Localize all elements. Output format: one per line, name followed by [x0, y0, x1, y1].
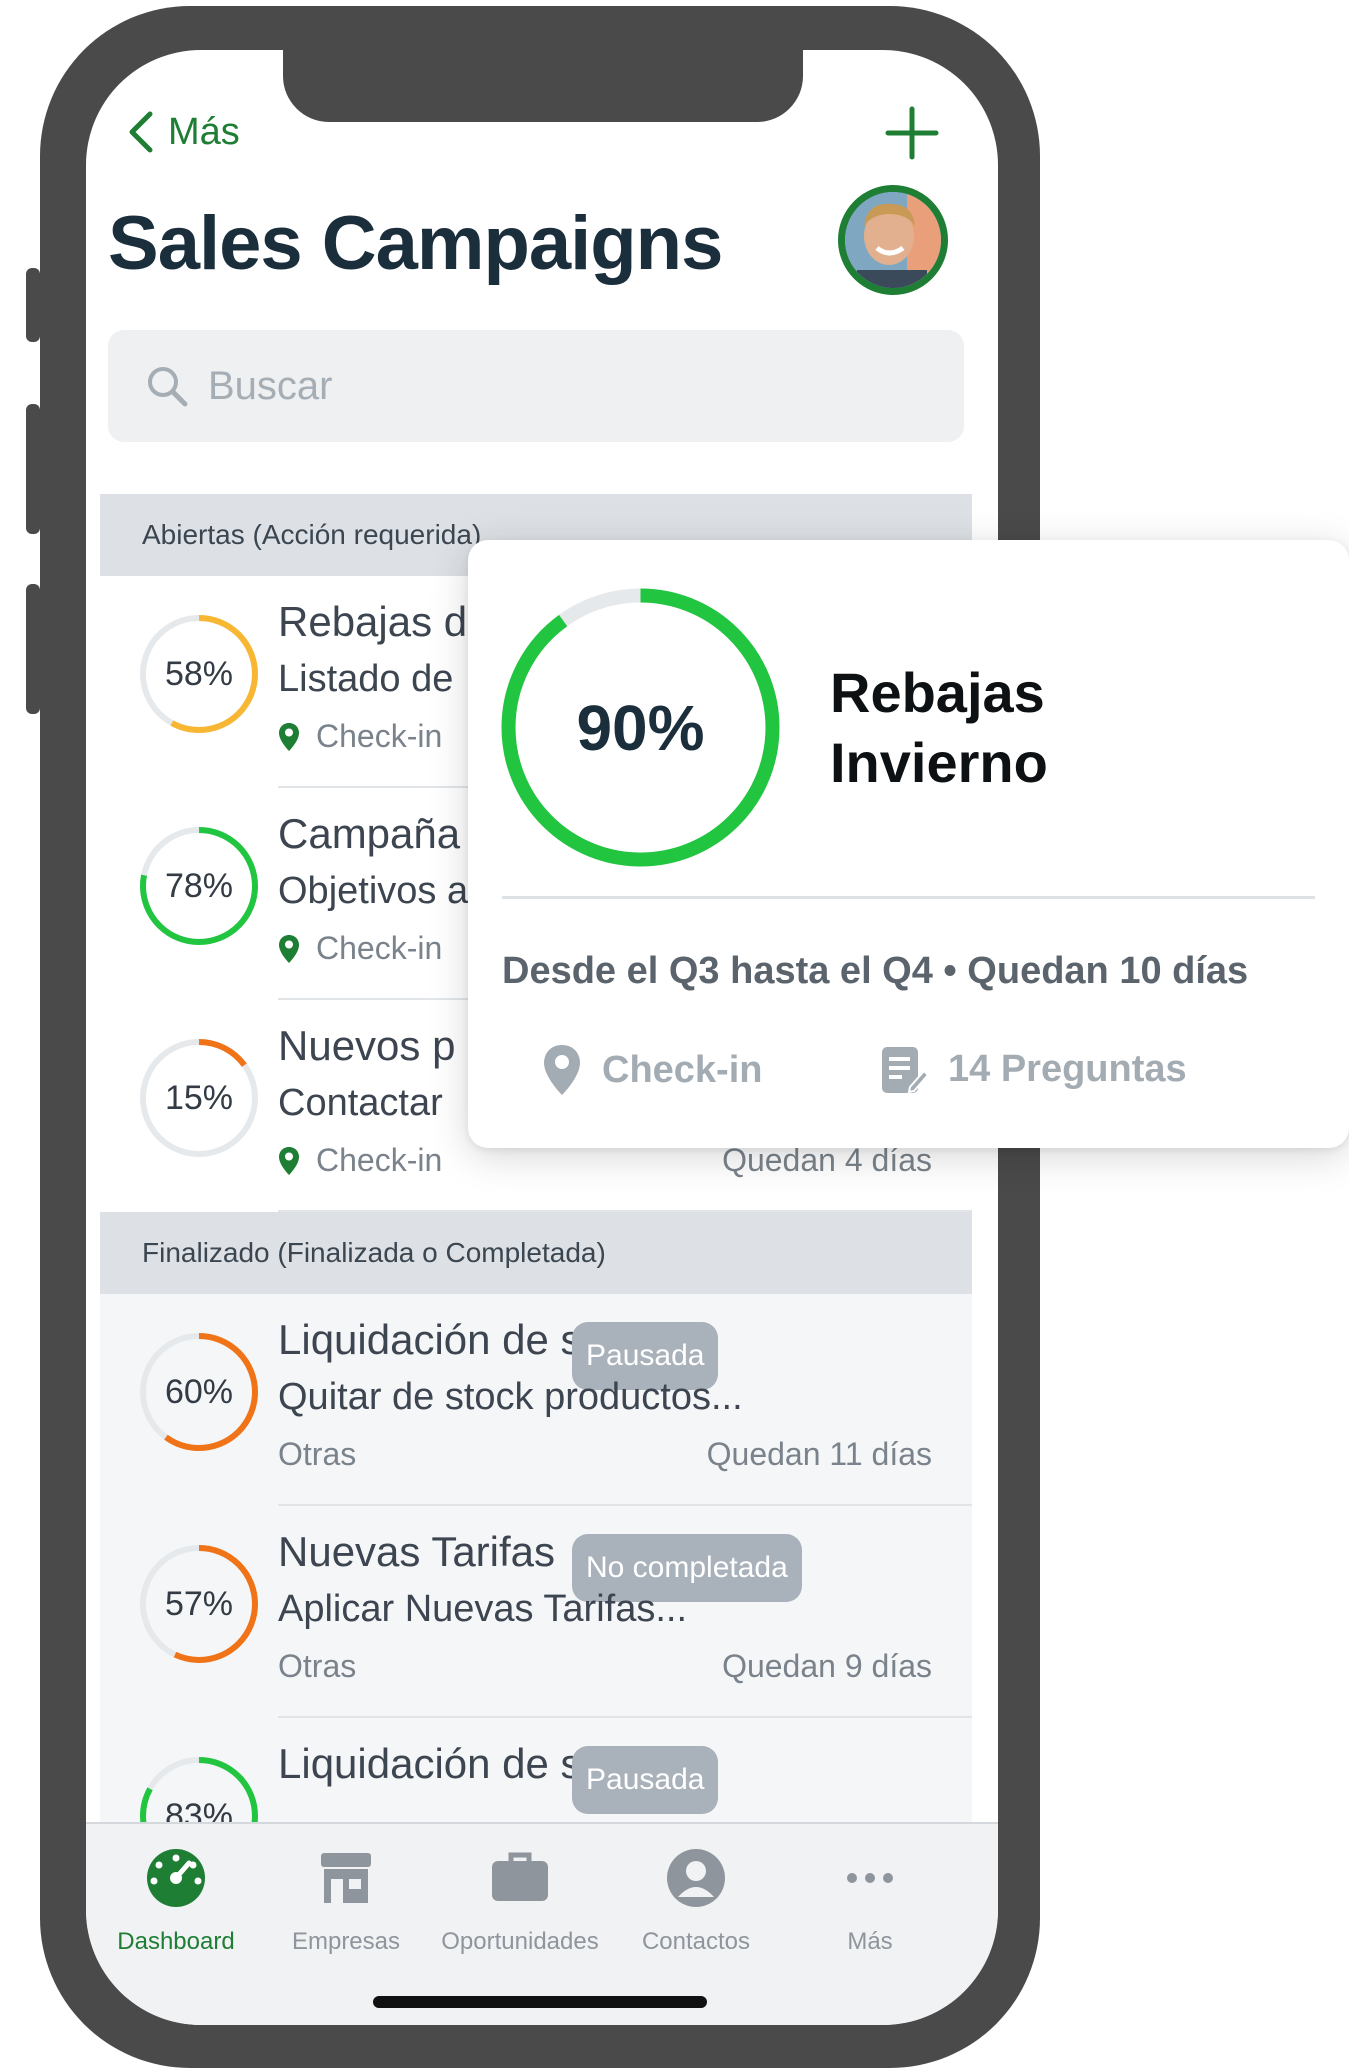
avatar-photo: [845, 192, 941, 288]
tab-bar: Dashboard Empresas Oportunidades Contact…: [86, 1822, 998, 2025]
campaign-type: Check-in: [278, 930, 442, 967]
location-pin-icon: [279, 722, 299, 751]
tab-contactos[interactable]: Contactos: [606, 1836, 786, 1956]
campaign-title-line2: Invierno: [830, 731, 1048, 794]
campaign-name: Nuevos p: [278, 1022, 456, 1069]
tab-label: Oportunidades: [441, 1928, 599, 1955]
tab-mas[interactable]: Más: [780, 1836, 960, 1956]
progress-percent: 60%: [164, 1372, 234, 1411]
campaign-type-label: Otras: [278, 1648, 357, 1684]
tab-oportunidades[interactable]: Oportunidades: [430, 1836, 610, 1956]
divider: [502, 896, 1315, 899]
tab-label: Más: [847, 1928, 893, 1955]
tab-dashboard[interactable]: Dashboard: [86, 1836, 266, 1956]
location-pin-icon: [279, 934, 299, 963]
section-header-done: Finalizado (Finalizada o Completada): [100, 1212, 972, 1294]
campaign-period: Desde el Q3 hasta el Q4 • Quedan 10 días: [502, 950, 1249, 992]
avatar[interactable]: [838, 185, 948, 295]
campaign-detail-card[interactable]: 90% Rebajas Invierno Desde el Q3 hasta e…: [468, 540, 1349, 1148]
campaign-title: Rebajas Invierno: [830, 658, 1230, 798]
more-icon: [847, 1873, 893, 1883]
search-input[interactable]: [206, 362, 910, 410]
campaign-description: Quitar de stock productos...: [278, 1376, 743, 1418]
progress-percent: 15%: [164, 1078, 234, 1117]
campaign-name: Rebajas d: [278, 598, 468, 645]
search-icon: [148, 367, 188, 407]
campaign-type-label: Otras: [278, 1436, 357, 1472]
progress-percent: 57%: [164, 1584, 234, 1623]
notch: [283, 50, 803, 122]
person-icon: [667, 1849, 725, 1907]
campaign-name: Campaña: [278, 810, 461, 857]
list-item[interactable]: 57% Nuevas Tarifas No completada Aplicar Nu…: [100, 1506, 972, 1718]
days-remaining: Quedan 9 días: [722, 1648, 932, 1684]
search-bar[interactable]: [108, 330, 964, 442]
progress-percent: 58%: [164, 654, 234, 693]
campaign-name: Nuevas Tarifas: [278, 1528, 556, 1575]
campaign-type-label: Check-in: [316, 930, 443, 966]
campaign-type-label: Check-in: [316, 1142, 443, 1178]
campaign-type-label: Check-in: [316, 718, 443, 754]
progress-percent: 90%: [576, 691, 705, 764]
campaign-description: Aplicar Nuevas Tarifas...: [278, 1588, 688, 1630]
store-icon: [321, 1853, 371, 1903]
days-remaining: Quedan 11 días: [706, 1436, 932, 1472]
tab-label: Dashboard: [117, 1928, 235, 1955]
phone-volume-down: [26, 584, 40, 714]
phone-volume-up: [26, 404, 40, 534]
campaign-type: Check-in: [278, 1142, 442, 1179]
status-badge: Pausada: [572, 1746, 719, 1814]
campaign-description: Contactar: [278, 1082, 443, 1124]
campaign-description: Objetivos a: [278, 870, 469, 912]
row-divider: [278, 1210, 972, 1212]
back-label: Más: [168, 110, 240, 153]
checkin-button[interactable]: Check-in: [542, 1043, 762, 1097]
location-pin-icon: [544, 1045, 580, 1095]
campaign-title-line1: Rebajas: [830, 661, 1045, 724]
back-button[interactable]: Más: [126, 110, 240, 154]
tab-label: Empresas: [291, 1928, 401, 1955]
add-icon[interactable]: [884, 105, 940, 161]
form-icon: [882, 1047, 928, 1094]
campaign-type: Otras: [278, 1648, 356, 1685]
progress-percent: 78%: [164, 866, 234, 905]
phone-mute-switch: [26, 268, 40, 342]
page-title: Sales Campaigns: [108, 201, 723, 286]
checkin-label: Check-in: [602, 1048, 763, 1091]
tab-label: Contactos: [641, 1928, 751, 1955]
home-indicator: [373, 1996, 707, 2008]
chevron-left-icon: [129, 111, 153, 153]
list-item[interactable]: 60% Liquidación de stock Pausada Quitar de …: [100, 1294, 972, 1506]
campaign-type: Check-in: [278, 718, 442, 755]
questions-button[interactable]: 14 Preguntas: [880, 1043, 1187, 1095]
briefcase-icon: [492, 1852, 548, 1901]
tab-empresas[interactable]: Empresas: [256, 1836, 436, 1956]
campaign-type: Otras: [278, 1436, 356, 1473]
campaign-description: Listado de: [278, 658, 454, 700]
location-pin-icon: [279, 1146, 299, 1175]
questions-label: 14 Preguntas: [948, 1047, 1187, 1090]
dashboard-icon: [147, 1849, 205, 1907]
